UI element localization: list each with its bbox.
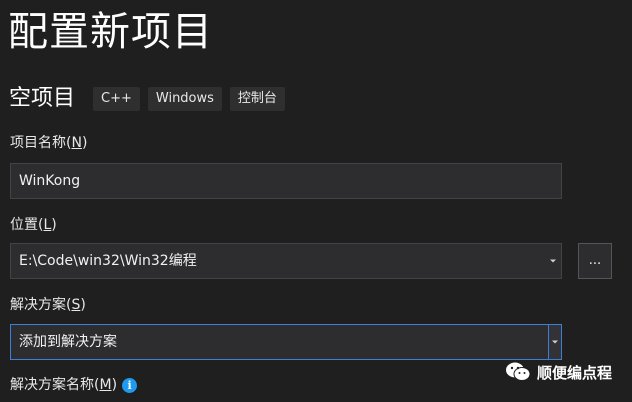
- solution-select[interactable]: 添加到解决方案: [10, 324, 562, 360]
- chevron-down-icon[interactable]: [550, 259, 556, 263]
- project-type-row: 空项目 C++ Windows 控制台: [9, 85, 293, 113]
- project-name-label: 项目名称(N): [10, 135, 88, 151]
- solution-value: 添加到解决方案: [19, 334, 117, 350]
- location-label: 位置(L): [10, 217, 57, 233]
- project-name-input[interactable]: WinKong: [10, 163, 562, 199]
- chevron-down-icon: [552, 340, 558, 344]
- project-name-access-key: N: [71, 135, 82, 151]
- info-icon[interactable]: i: [122, 377, 138, 393]
- wechat-icon: [506, 362, 531, 381]
- watermark-text: 顺便编点程: [537, 363, 613, 382]
- location-value: E:\Code\win32\Win32编程: [19, 253, 197, 269]
- page-title: 配置新项目: [8, 9, 213, 55]
- tag-cpp: C++: [93, 87, 140, 111]
- location-combobox[interactable]: E:\Code\win32\Win32编程: [10, 243, 562, 279]
- solution-label: 解决方案(S): [10, 297, 86, 313]
- tag-console: 控制台: [229, 87, 285, 111]
- solution-name-access-key: M: [99, 377, 112, 393]
- browse-button[interactable]: ...: [578, 243, 612, 279]
- solution-dropdown-button[interactable]: [548, 325, 561, 359]
- solution-name-label: 解决方案名称(M) i: [10, 376, 138, 394]
- configure-project-dialog: 配置新项目 空项目 C++ Windows 控制台 项目名称(N) WinKon…: [0, 0, 632, 402]
- project-type-title: 空项目: [9, 86, 76, 111]
- watermark: 顺便编点程: [505, 361, 612, 383]
- tag-windows: Windows: [147, 87, 222, 111]
